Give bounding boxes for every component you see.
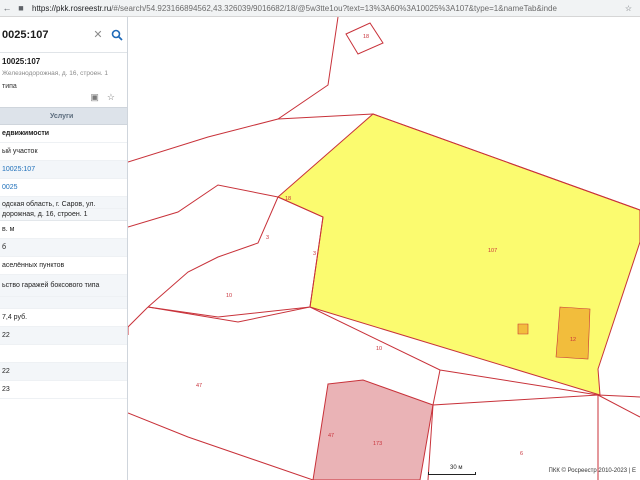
url-path: /#/search/54.923166894562,43.326039/9016… [111, 3, 557, 13]
list-item: едвижимости [0, 125, 127, 143]
list-item: ый участок [0, 143, 127, 161]
list-item [0, 297, 127, 309]
list-item: 22 [0, 327, 127, 345]
parcel-173[interactable] [312, 379, 434, 480]
list-item [0, 345, 127, 363]
cadastral-map[interactable]: 18 107 3 3 10 10 47 47 173 6 12 18 30 м … [128, 17, 640, 480]
panel-tabs: Услуги [0, 107, 127, 125]
map-copyright: ПКК © Росреестр 2010-2023 | Е [548, 468, 636, 474]
star-icon[interactable]: ☆ [625, 4, 632, 13]
parcel-label: 3 [313, 251, 316, 257]
parcel-label: 47 [196, 383, 202, 389]
object-tools: ▣ ☆ [2, 92, 125, 103]
close-icon[interactable]: ✕ [92, 28, 104, 41]
search-icon [111, 29, 123, 41]
info-panel: ✕ 10025:107 Железнодорожная, д. 16, стро… [0, 17, 128, 480]
parcel-label: 107 [488, 248, 497, 254]
zoom-to-object-icon[interactable]: ▣ [90, 92, 99, 103]
scale-bar [428, 472, 476, 475]
back-icon[interactable]: ← [0, 1, 14, 15]
attribute-list: едвижимости ый участок 10025:107 0025 од… [0, 125, 127, 399]
tab-services[interactable]: Услуги [50, 113, 73, 120]
list-item: 7,4 руб. [0, 309, 127, 327]
parcel-label: 173 [373, 441, 382, 447]
map-canvas[interactable]: 18 107 3 3 10 10 47 47 173 6 12 18 [128, 17, 640, 480]
parcel-label: 47 [328, 433, 334, 439]
search-row: ✕ [0, 17, 127, 53]
list-item: одская область, г. Саров, ул. [0, 197, 127, 209]
building-shape[interactable] [555, 306, 591, 360]
parcel-label: 10 [376, 346, 382, 352]
object-header: 10025:107 Железнодорожная, д. 16, строен… [0, 53, 127, 103]
object-number: 10025:107 [2, 57, 41, 66]
object-address: Железнодорожная, д. 16, строен. 1 [2, 70, 109, 77]
list-item: ьство гаражей боксового типа [0, 275, 127, 297]
list-item: б [0, 239, 127, 257]
search-input[interactable] [2, 28, 92, 41]
list-item[interactable]: 10025:107 [0, 161, 127, 179]
list-item: 22 [0, 363, 127, 381]
parcel-label: 18 [363, 34, 369, 40]
list-item: в. м [0, 221, 127, 239]
favorite-star-icon[interactable]: ☆ [107, 92, 115, 103]
parcel-label: 6 [520, 451, 523, 457]
browser-address-bar: ← ■ https://pkk.rosreestr.ru/#/search/54… [0, 0, 640, 17]
parcel-label: 3 [266, 235, 269, 241]
list-item: дорожная, д. 16, строен. 1 [0, 209, 127, 221]
small-building-shape[interactable] [517, 323, 529, 335]
object-type: типа [2, 83, 17, 90]
parcel-label: 12 [570, 337, 576, 343]
list-item[interactable]: 0025 [0, 179, 127, 197]
list-item: 23 [0, 381, 127, 399]
lock-icon: ■ [18, 3, 24, 13]
parcel-label: 18 [285, 196, 291, 202]
search-button[interactable] [108, 26, 126, 44]
scale-label: 30 м [450, 465, 463, 471]
url-field[interactable]: https://pkk.rosreestr.ru/#/search/54.923… [32, 4, 572, 13]
url-host: https://pkk.rosreestr.ru [32, 3, 112, 13]
parcel-label: 10 [226, 293, 232, 299]
list-item: аселённых пунктов [0, 257, 127, 275]
